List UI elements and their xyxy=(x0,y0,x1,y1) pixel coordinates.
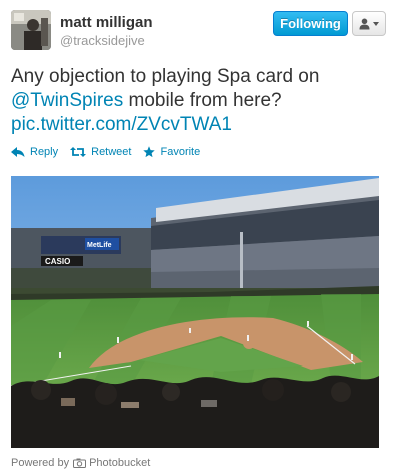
mention-link[interactable]: @TwinSpires xyxy=(11,90,123,111)
following-button[interactable]: Following xyxy=(273,11,348,36)
avatar[interactable] xyxy=(11,10,51,50)
attribution-prefix: Powered by xyxy=(11,457,70,469)
retweet-label: Retweet xyxy=(91,146,132,158)
reply-icon xyxy=(11,147,25,157)
retweet-action[interactable]: Retweet xyxy=(70,146,131,158)
caret-down-icon xyxy=(373,21,379,26)
star-icon xyxy=(143,146,156,158)
retweet-icon xyxy=(70,147,87,157)
favorite-action[interactable]: Favorite xyxy=(143,146,200,158)
photo-link[interactable]: pic.twitter.com/ZVcvTWA1 xyxy=(11,113,381,137)
tweet-actions: Reply Retweet Favorite xyxy=(11,143,212,161)
tweet-line-2-text: mobile from here? xyxy=(123,90,282,111)
attribution-service[interactable]: Photobucket xyxy=(89,457,150,469)
user-handle[interactable]: @tracksidejive xyxy=(60,33,145,48)
tweet-line-2: @TwinSpires mobile from here? xyxy=(11,89,381,113)
scoreboard-text: MetLife xyxy=(87,242,112,249)
person-dropdown-icon xyxy=(359,18,370,29)
tweet-text: Any objection to playing Spa card on @Tw… xyxy=(11,65,381,137)
tweet-photo[interactable]: MetLife CASIO xyxy=(11,176,379,448)
attribution: Powered by Photobucket xyxy=(11,457,150,469)
tweet-line-1: Any objection to playing Spa card on xyxy=(11,66,320,87)
reply-action[interactable]: Reply xyxy=(11,146,58,158)
casio-sign: CASIO xyxy=(45,257,70,266)
favorite-label: Favorite xyxy=(160,146,201,158)
user-menu-button[interactable] xyxy=(352,11,386,36)
user-name[interactable]: matt milligan xyxy=(60,14,153,31)
reply-label: Reply xyxy=(30,146,59,158)
camera-icon xyxy=(73,458,87,468)
tweet-header: matt milligan @tracksidejive Following xyxy=(11,10,386,54)
